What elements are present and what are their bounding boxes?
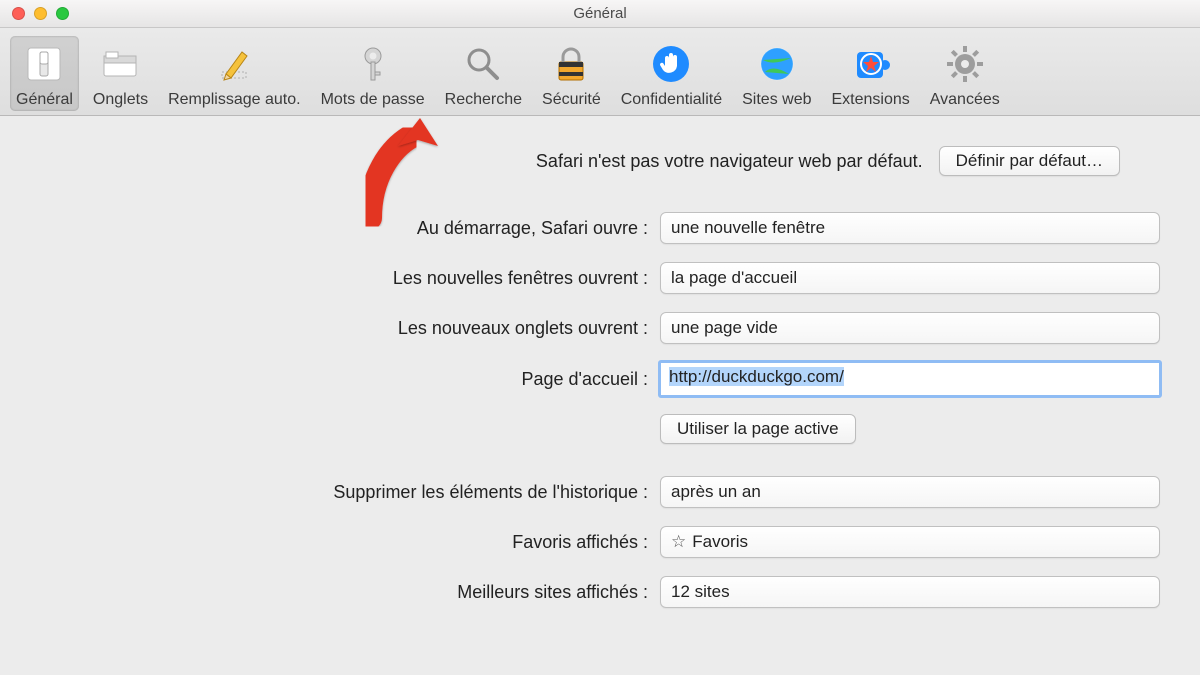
new-tabs-label: Les nouveaux onglets ouvrent : — [40, 318, 660, 339]
hand-icon — [647, 40, 695, 88]
star-icon: ☆ — [671, 532, 686, 552]
tab-security[interactable]: Sécurité — [536, 36, 607, 111]
use-current-page-button[interactable]: Utiliser la page active — [660, 414, 856, 444]
tab-general[interactable]: Général — [10, 36, 79, 111]
window-title: Général — [0, 5, 1200, 22]
tab-privacy[interactable]: Confidentialité — [615, 36, 728, 111]
topsites-select[interactable]: 12 sites — [660, 576, 1160, 608]
favorites-select[interactable]: ☆Favoris — [660, 526, 1160, 558]
startup-label: Au démarrage, Safari ouvre : — [40, 218, 660, 239]
tab-label: Recherche — [445, 91, 522, 109]
startup-select[interactable]: une nouvelle fenêtre — [660, 212, 1160, 244]
tab-tabs[interactable]: Onglets — [87, 36, 154, 111]
new-tabs-select[interactable]: une page vide — [660, 312, 1160, 344]
tab-autofill[interactable]: Remplissage auto. — [162, 36, 307, 111]
tab-label: Mots de passe — [321, 91, 425, 109]
lock-icon — [547, 40, 595, 88]
tab-label: Extensions — [832, 91, 910, 109]
general-icon — [20, 40, 68, 88]
tab-label: Général — [16, 91, 73, 109]
search-icon — [459, 40, 507, 88]
preferences-toolbar: Général Onglets Remplissage auto. — [0, 28, 1200, 116]
topsites-label: Meilleurs sites affichés : — [40, 582, 660, 603]
tab-search[interactable]: Recherche — [439, 36, 528, 111]
tab-label: Onglets — [93, 91, 148, 109]
tabs-icon — [96, 40, 144, 88]
gear-icon — [941, 40, 989, 88]
favorites-label: Favoris affichés : — [40, 532, 660, 553]
default-browser-message: Safari n'est pas votre navigateur web pa… — [536, 151, 923, 172]
set-default-browser-button[interactable]: Définir par défaut… — [939, 146, 1120, 176]
pencil-icon — [210, 40, 258, 88]
tab-label: Confidentialité — [621, 91, 722, 109]
tab-label: Sécurité — [542, 91, 601, 109]
puzzle-icon — [847, 40, 895, 88]
tab-advanced[interactable]: Avancées — [924, 36, 1006, 111]
history-label: Supprimer les éléments de l'historique : — [40, 482, 660, 503]
zoom-window-button[interactable] — [56, 7, 69, 20]
tab-passwords[interactable]: Mots de passe — [315, 36, 431, 111]
tab-label: Avancées — [930, 91, 1000, 109]
new-windows-label: Les nouvelles fenêtres ouvrent : — [40, 268, 660, 289]
homepage-input[interactable]: http://duckduckgo.com/ — [660, 362, 1160, 396]
general-pane: Safari n'est pas votre navigateur web pa… — [0, 116, 1200, 608]
tab-label: Sites web — [742, 91, 811, 109]
globe-icon — [753, 40, 801, 88]
tab-label: Remplissage auto. — [168, 91, 301, 109]
tab-websites[interactable]: Sites web — [736, 36, 817, 111]
close-window-button[interactable] — [12, 7, 25, 20]
key-icon — [349, 40, 397, 88]
new-windows-select[interactable]: la page d'accueil — [660, 262, 1160, 294]
minimize-window-button[interactable] — [34, 7, 47, 20]
history-select[interactable]: après un an — [660, 476, 1160, 508]
tab-extensions[interactable]: Extensions — [826, 36, 916, 111]
homepage-label: Page d'accueil : — [40, 369, 660, 390]
titlebar: Général — [0, 0, 1200, 28]
